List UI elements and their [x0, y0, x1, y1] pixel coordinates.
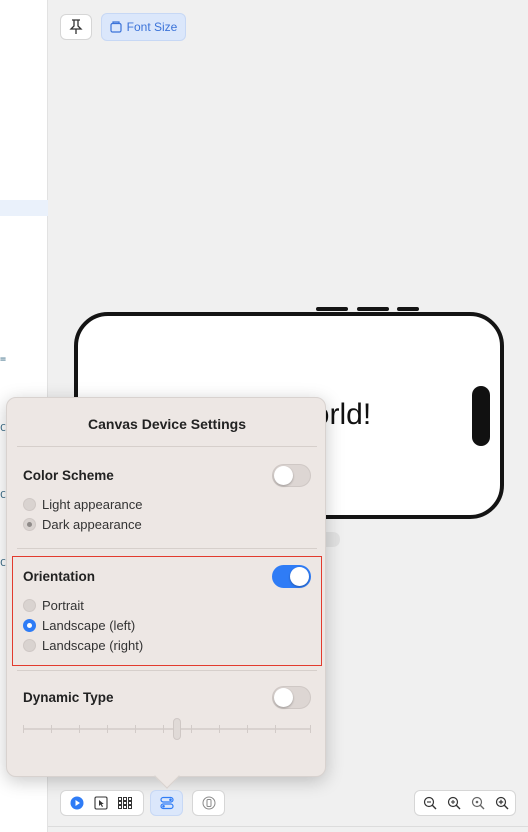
live-preview-icon [70, 796, 84, 810]
bottom-bar-divider [48, 826, 528, 827]
live-preview-button[interactable] [65, 791, 89, 815]
slider-tick [107, 725, 108, 733]
device-settings-button[interactable] [150, 790, 183, 816]
orientation-title: Orientation [23, 569, 96, 584]
light-appearance-option[interactable]: Light appearance [23, 497, 142, 512]
selectable-button[interactable] [89, 791, 113, 815]
radio-button [23, 599, 36, 612]
divider [17, 446, 317, 447]
dynamic-type-title: Dynamic Type [23, 690, 114, 705]
device-settings-icon [159, 796, 174, 810]
landscape-left-option[interactable]: Landscape (left) [23, 618, 135, 633]
option-label: Landscape (left) [42, 618, 136, 633]
slider-tick [51, 725, 52, 733]
zoom-fit-button[interactable] [442, 791, 466, 815]
font-size-icon [110, 21, 122, 33]
variants-grid-icon [118, 797, 132, 809]
option-label: Portrait [42, 598, 84, 613]
slider-tick [275, 725, 276, 733]
color-scheme-toggle[interactable] [272, 464, 311, 487]
code-fragment: = [0, 354, 7, 365]
dynamic-type-slider[interactable] [23, 718, 311, 740]
phone-side-button [397, 307, 419, 311]
pin-button[interactable] [60, 14, 92, 40]
slider-tick [23, 725, 24, 733]
orientation-toggle[interactable] [272, 565, 311, 588]
divider [17, 548, 317, 549]
zoom-control [414, 790, 516, 816]
highlighted-line [0, 200, 48, 216]
option-label: Dark appearance [42, 517, 142, 532]
landscape-right-option[interactable]: Landscape (right) [23, 638, 143, 653]
option-label: Landscape (right) [42, 638, 144, 653]
zoom-fit-icon [447, 796, 461, 810]
radio-button-selected [23, 619, 36, 632]
toggle-knob [290, 567, 309, 586]
radio-button [23, 498, 36, 511]
radio-button [23, 518, 36, 531]
phone-side-button [316, 307, 348, 311]
slider-tick [247, 725, 248, 733]
divider [17, 670, 317, 671]
portrait-option[interactable]: Portrait [23, 598, 84, 613]
toggle-knob [274, 688, 293, 707]
canvas-device-settings-popover: Canvas Device Settings Color Scheme Ligh… [6, 397, 326, 789]
slider-tick [135, 725, 136, 733]
pin-icon [69, 19, 83, 34]
slider-tick [163, 725, 164, 733]
zoom-in-button[interactable] [490, 791, 514, 815]
zoom-100-button[interactable] [466, 791, 490, 815]
popover-title: Canvas Device Settings [88, 416, 246, 432]
zoom-100-icon [471, 796, 485, 810]
zoom-out-icon [423, 796, 437, 810]
preview-mode-control [60, 790, 144, 816]
zoom-in-icon [495, 796, 509, 810]
selectable-icon [94, 796, 108, 810]
radio-button [23, 639, 36, 652]
color-scheme-title: Color Scheme [23, 468, 114, 483]
device-icon [202, 796, 215, 810]
font-size-button[interactable]: Font Size [101, 13, 186, 41]
toggle-knob [274, 466, 293, 485]
slider-tick [191, 725, 192, 733]
phone-side-button [357, 307, 389, 311]
slider-tick [79, 725, 80, 733]
device-button[interactable] [192, 790, 225, 816]
zoom-out-button[interactable] [418, 791, 442, 815]
slider-tick [310, 725, 311, 733]
slider-thumb[interactable] [173, 718, 181, 740]
option-label: Light appearance [42, 497, 143, 512]
variants-button[interactable] [113, 791, 137, 815]
dynamic-island [472, 386, 490, 446]
dynamic-type-toggle[interactable] [272, 686, 311, 709]
slider-tick [219, 725, 220, 733]
dark-appearance-option[interactable]: Dark appearance [23, 517, 142, 532]
font-size-label: Font Size [126, 20, 178, 34]
